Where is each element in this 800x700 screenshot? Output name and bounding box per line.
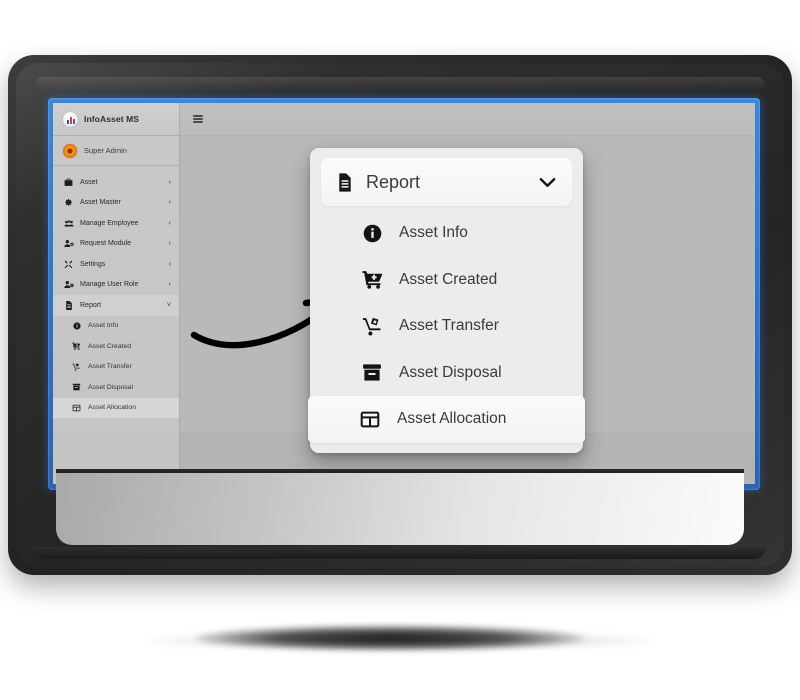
sidebar-item-request-module[interactable]: Request Module ‹ (53, 234, 179, 255)
sidebar-item-label: Request Module (80, 240, 131, 248)
report-menu-card: Report Asset Info Asset Created Asset Tr… (308, 148, 585, 453)
bar-chart-icon (63, 111, 78, 127)
screenshot-root: InfoAsset MS Super Admin Asset ‹ Asset M… (0, 0, 800, 700)
sidebar-subitem-label: Asset Disposal (88, 383, 133, 391)
box-archive-icon (71, 383, 82, 391)
sidebar-subitem-label: Asset Transfer (88, 363, 132, 371)
sidebar-item-manage-user-role[interactable]: Manage User Role ‹ (53, 275, 179, 296)
sidebar-subitem-asset-created[interactable]: Asset Created (53, 336, 179, 357)
sidebar-item-label: Settings (80, 260, 106, 268)
sidebar-item-asset-master[interactable]: Asset Master ‹ (53, 193, 179, 214)
menu-item-label: Asset Transfer (399, 317, 499, 335)
sidebar-item-settings[interactable]: Settings ‹ (53, 254, 179, 275)
monitor-frame: InfoAsset MS Super Admin Asset ‹ Asset M… (8, 55, 792, 575)
user-gear-icon (63, 280, 74, 289)
menu-item-label: Asset Allocation (397, 410, 507, 428)
main-content: Report Asset Info Asset Created Asset Tr… (180, 103, 755, 484)
chevron-left-icon: ‹ (168, 260, 171, 268)
screen: InfoAsset MS Super Admin Asset ‹ Asset M… (53, 103, 755, 484)
gear-icon (63, 198, 74, 207)
sidebar: InfoAsset MS Super Admin Asset ‹ Asset M… (53, 103, 180, 484)
menu-item-asset-disposal[interactable]: Asset Disposal (310, 350, 583, 397)
sidebar-subitem-asset-allocation[interactable]: Asset Allocation (53, 397, 179, 418)
stand-shadow (195, 625, 585, 651)
table-grid-icon (71, 404, 82, 412)
hand-truck-icon (71, 363, 82, 371)
table-grid-icon (359, 410, 381, 429)
application-window: InfoAsset MS Super Admin Asset ‹ Asset M… (53, 103, 755, 484)
chevron-down-icon[interactable] (539, 177, 556, 188)
tools-icon (63, 260, 74, 269)
report-menu-title: Report (366, 171, 421, 192)
sidebar-subitem-asset-disposal[interactable]: Asset Disposal (53, 377, 179, 398)
document-icon (63, 300, 74, 310)
sidebar-subitem-asset-info[interactable]: Asset Info (53, 316, 179, 337)
sidebar-item-report[interactable]: Report ˅ (53, 295, 179, 316)
info-circle-icon (361, 224, 383, 243)
menu-item-asset-info[interactable]: Asset Info (310, 210, 583, 257)
briefcase-icon (63, 178, 74, 187)
sidebar-item-label: Asset Master (80, 199, 121, 207)
user-name: Super Admin (84, 146, 127, 155)
chevron-down-icon: ˅ (166, 301, 171, 309)
sidebar-item-manage-employee[interactable]: Manage Employee ‹ (53, 213, 179, 234)
sidebar-subitem-label: Asset Created (88, 342, 132, 350)
user-avatar-icon (63, 143, 77, 158)
brand-name: InfoAsset MS (84, 114, 140, 124)
top-bar (180, 103, 755, 136)
bezel-highlight (36, 77, 764, 91)
menu-item-label: Asset Disposal (399, 363, 502, 381)
monitor-chin (56, 473, 744, 545)
document-icon (337, 172, 353, 192)
hamburger-icon[interactable] (193, 115, 203, 123)
sidebar-nav: Asset ‹ Asset Master ‹ Manage Employee ‹… (53, 166, 179, 418)
screen-blue-border: InfoAsset MS Super Admin Asset ‹ Asset M… (48, 98, 760, 490)
menu-item-asset-allocation[interactable]: Asset Allocation (308, 396, 585, 443)
sidebar-subitem-label: Asset Allocation (88, 404, 136, 412)
menu-item-asset-created[interactable]: Asset Created (310, 257, 583, 304)
sidebar-subitem-asset-transfer[interactable]: Asset Transfer (53, 357, 179, 378)
monitor-base-lip (34, 547, 766, 559)
info-circle-icon (71, 322, 82, 330)
cart-plus-icon (361, 270, 383, 289)
sidebar-item-asset[interactable]: Asset ‹ (53, 172, 179, 193)
chevron-left-icon: ‹ (168, 178, 171, 186)
sidebar-item-label: Report (80, 301, 102, 309)
report-menu-header[interactable]: Report (321, 158, 572, 206)
chevron-left-icon: ‹ (168, 199, 171, 207)
chevron-left-icon: ‹ (168, 281, 171, 289)
users-icon (63, 219, 74, 228)
sidebar-subitem-label: Asset Info (88, 322, 119, 330)
box-archive-icon (361, 363, 383, 382)
chevron-left-icon: ‹ (168, 240, 171, 248)
hand-truck-icon (361, 317, 383, 336)
chevron-left-icon: ‹ (168, 219, 171, 227)
user-profile[interactable]: Super Admin (53, 136, 179, 166)
cart-plus-icon (71, 342, 82, 351)
sidebar-item-label: Manage Employee (80, 219, 139, 227)
menu-item-label: Asset Info (399, 224, 468, 242)
monitor-bezel: InfoAsset MS Super Admin Asset ‹ Asset M… (16, 63, 784, 567)
user-plus-icon (63, 239, 74, 248)
report-menu-list: Asset Info Asset Created Asset Transfer … (308, 210, 585, 443)
sidebar-item-label: Asset (80, 178, 98, 186)
brand-header[interactable]: InfoAsset MS (53, 103, 179, 136)
sidebar-item-label: Manage User Role (80, 281, 139, 289)
menu-item-asset-transfer[interactable]: Asset Transfer (310, 303, 583, 350)
menu-item-label: Asset Created (399, 270, 498, 288)
